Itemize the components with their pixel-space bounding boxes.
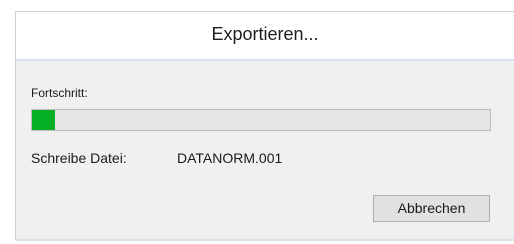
export-dialog: Exportieren... Fortschritt: Schreibe Dat… xyxy=(15,11,514,241)
dialog-bottom-edge xyxy=(16,239,514,241)
current-file-name: DATANORM.001 xyxy=(177,150,283,166)
dialog-title: Exportieren... xyxy=(211,24,319,44)
title-bar: Exportieren... xyxy=(16,12,514,59)
progress-label: Fortschritt: xyxy=(31,86,88,100)
progress-bar-fill xyxy=(32,110,55,130)
cancel-button[interactable]: Abbrechen xyxy=(373,195,490,222)
title-separator xyxy=(16,59,514,61)
current-file-label: Schreibe Datei: xyxy=(31,150,127,166)
progress-bar xyxy=(31,109,491,131)
